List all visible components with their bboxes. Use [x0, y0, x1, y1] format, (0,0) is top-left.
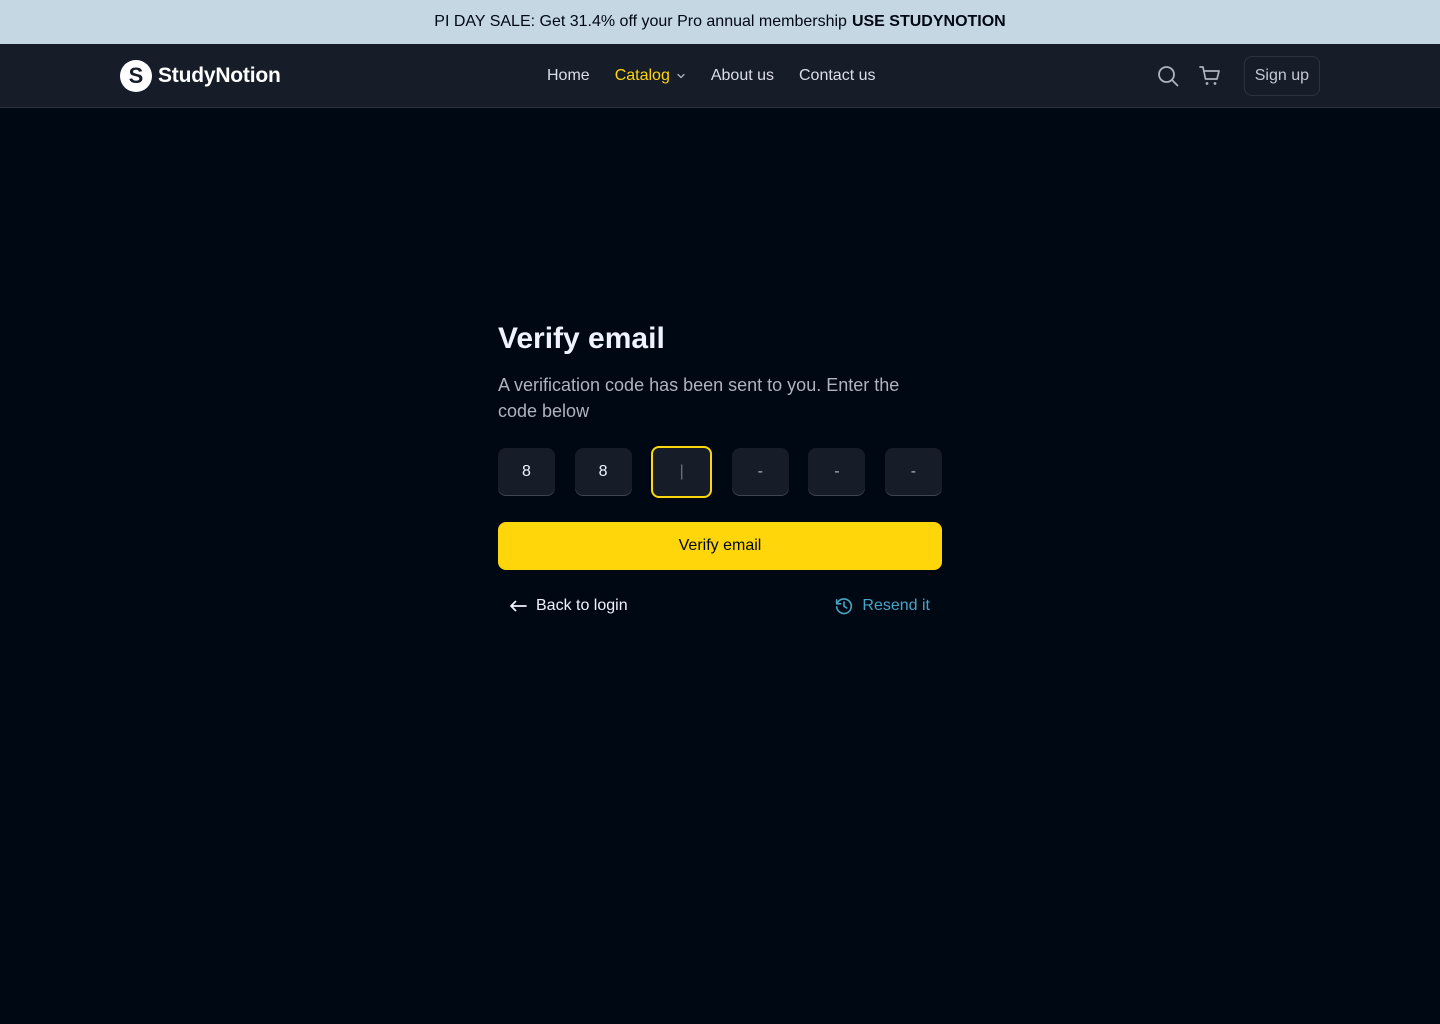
- search-icon: [1157, 66, 1179, 87]
- cart-button[interactable]: [1198, 64, 1222, 88]
- back-to-login-link[interactable]: Back to login: [508, 596, 628, 616]
- promo-text: PI DAY SALE: Get 31.4% off your Pro annu…: [434, 13, 847, 30]
- promo-banner: PI DAY SALE: Get 31.4% off your Pro annu…: [0, 0, 1440, 44]
- logo-text: StudyNotion: [158, 64, 281, 87]
- verify-email-button[interactable]: Verify email: [498, 522, 942, 570]
- otp-input-6[interactable]: -: [884, 448, 942, 496]
- nav-link-contact[interactable]: Contact us: [799, 67, 875, 85]
- signup-button[interactable]: Sign up: [1243, 56, 1320, 96]
- nav-links: Home Catalog About us Contact us: [547, 44, 875, 108]
- nav-actions: Sign up: [1156, 56, 1320, 96]
- nav-link-catalog[interactable]: Catalog: [615, 67, 686, 85]
- arrow-left-icon: [510, 600, 527, 612]
- search-button[interactable]: [1156, 64, 1180, 88]
- page-subtitle: A verification code has been sent to you…: [498, 375, 900, 421]
- otp-input-4[interactable]: -: [731, 448, 789, 496]
- page-title: Verify email: [498, 322, 665, 355]
- otp-input-3[interactable]: |: [651, 446, 713, 498]
- logo[interactable]: S StudyNotion: [120, 59, 281, 93]
- navbar: S StudyNotion Home Catalog About us Cont…: [0, 44, 1440, 108]
- verify-email-card: Verify email A verification code has bee…: [498, 320, 942, 620]
- history-icon: [836, 598, 853, 615]
- logo-mark: S: [120, 60, 152, 92]
- resend-label: Resend it: [862, 597, 930, 614]
- otp-input-1[interactable]: 8: [498, 448, 555, 496]
- otp-input-group: 8 8 | - - -: [498, 446, 942, 498]
- cart-icon: [1198, 66, 1220, 85]
- resend-link[interactable]: Resend it: [834, 596, 930, 616]
- nav-link-about[interactable]: About us: [711, 67, 774, 85]
- otp-input-2[interactable]: 8: [574, 448, 632, 496]
- otp-input-5[interactable]: -: [808, 448, 866, 496]
- card-footer: Back to login Resend it: [498, 592, 942, 620]
- nav-link-catalog-label: Catalog: [614, 67, 670, 84]
- nav-link-home[interactable]: Home: [547, 67, 590, 85]
- back-to-login-label: Back to login: [536, 597, 628, 614]
- chevron-down-icon: [677, 73, 685, 79]
- promo-code: USE STUDYNOTION: [851, 13, 1006, 30]
